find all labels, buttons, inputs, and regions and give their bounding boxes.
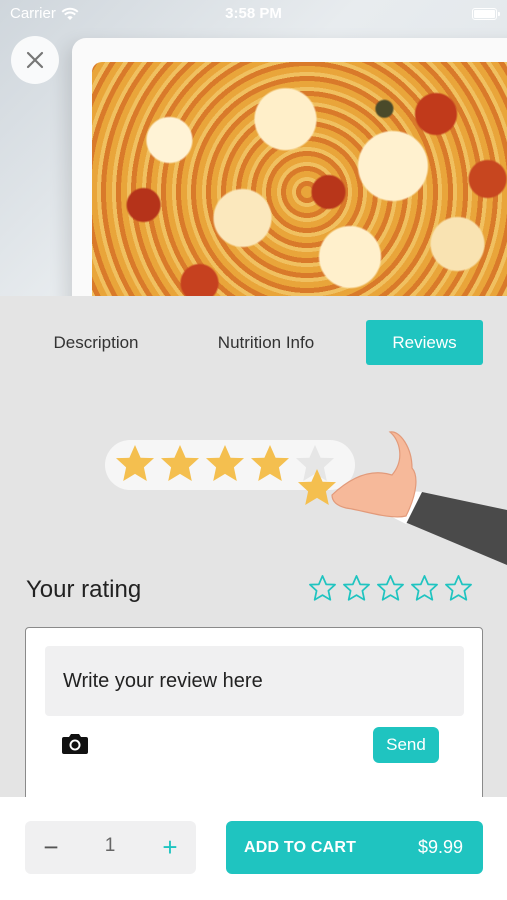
- quantity-stepper: − 1 +: [25, 821, 196, 874]
- star-icon[interactable]: [376, 574, 405, 603]
- star-icon[interactable]: [342, 574, 371, 603]
- send-button[interactable]: Send: [373, 727, 439, 763]
- lasagna-image: [92, 62, 507, 296]
- rating-illustration: [105, 431, 507, 565]
- add-to-cart-button[interactable]: ADD TO CART $9.99: [226, 821, 483, 874]
- star-icon[interactable]: [308, 574, 337, 603]
- hero-image: Carrier 3:58 PM: [0, 0, 507, 296]
- quantity-value: 1: [104, 835, 116, 856]
- star-icon[interactable]: [410, 574, 439, 603]
- rating-label: Your rating: [26, 576, 142, 603]
- close-icon: [26, 51, 44, 69]
- price-label: $9.99: [417, 837, 463, 857]
- battery-icon: [472, 8, 500, 20]
- bottom-bar: − 1 + ADD TO CART $9.99: [0, 797, 507, 900]
- tab-description[interactable]: Description: [30, 320, 162, 365]
- tab-bar: Description Nutrition Info Reviews: [0, 320, 507, 365]
- add-to-cart-label: ADD TO CART: [244, 839, 357, 856]
- tab-nutrition-info[interactable]: Nutrition Info: [200, 320, 332, 365]
- close-button[interactable]: [11, 36, 59, 84]
- decrement-button[interactable]: −: [37, 832, 65, 862]
- star-icon[interactable]: [444, 574, 473, 603]
- review-input[interactable]: [45, 646, 464, 716]
- tab-reviews[interactable]: Reviews: [366, 320, 483, 365]
- rating-stars[interactable]: [308, 574, 473, 603]
- camera-icon[interactable]: [62, 732, 88, 754]
- increment-button[interactable]: +: [156, 832, 184, 862]
- review-card: Send: [25, 627, 483, 807]
- status-time: 3:58 PM: [225, 5, 282, 22]
- status-bar: Carrier 3:58 PM: [0, 0, 507, 28]
